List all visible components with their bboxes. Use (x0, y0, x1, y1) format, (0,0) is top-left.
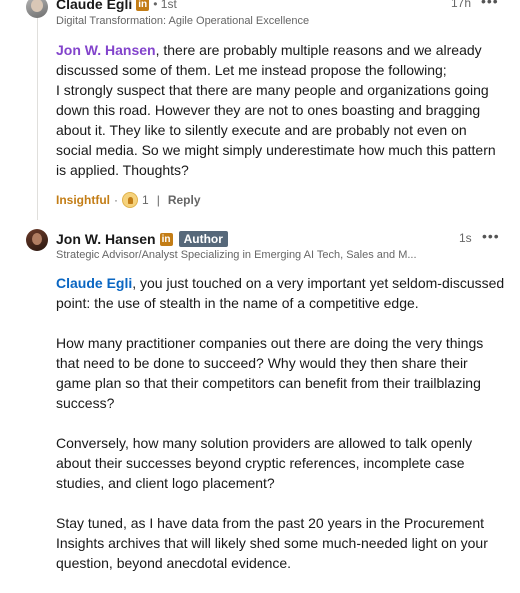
linkedin-icon: in (159, 232, 173, 246)
separator-dot: · (114, 193, 118, 207)
thread-line (37, 0, 38, 220)
action-separator: | (156, 193, 160, 207)
mention-link[interactable]: Claude Egli (56, 275, 132, 291)
paragraph: Claude Egli, you just touched on a very … (56, 273, 506, 313)
author-headline: Strategic Advisor/Analyst Specializing i… (56, 249, 417, 261)
comment-actions: Insightful · 1 | Reply (56, 192, 201, 208)
comment-text: Claude Egli, you just touched on a very … (56, 273, 506, 593)
reaction-button[interactable]: Insightful (56, 193, 110, 207)
paragraph: Stay tuned, as I have data from the past… (56, 515, 488, 571)
avatar[interactable] (26, 0, 48, 18)
avatar[interactable] (26, 229, 48, 251)
paragraph: How many practitioner companies out ther… (56, 335, 484, 411)
timestamp: 1s (459, 231, 472, 245)
author-badge: Author (178, 231, 228, 247)
author-name[interactable]: Jon W. Hansen (56, 231, 156, 247)
more-options-icon[interactable]: ••• (481, 0, 499, 9)
connection-degree: • 1st (153, 0, 177, 11)
linkedin-icon: in (136, 0, 150, 11)
comment-header: Jon W. Hansen in Author (56, 231, 228, 247)
reply-button[interactable]: Reply (168, 193, 201, 207)
mention-link[interactable]: Jon W. Hansen (56, 42, 156, 58)
reaction-count[interactable]: 1 (142, 193, 149, 207)
author-name[interactable]: Claude Egli (56, 0, 132, 12)
paragraph: Conversely, how many solution providers … (56, 435, 473, 491)
comment-text-rest: I strongly suspect that there are many p… (56, 82, 496, 178)
more-options-icon[interactable]: ••• (482, 228, 500, 244)
comment-text: Jon W. Hansen, there are probably multip… (56, 40, 506, 180)
author-headline: Digital Transformation: Agile Operationa… (56, 15, 310, 27)
comment-header: Claude Egli in • 1st (56, 0, 177, 12)
timestamp: 17h (451, 0, 472, 10)
insightful-bulb-icon[interactable] (122, 192, 138, 208)
